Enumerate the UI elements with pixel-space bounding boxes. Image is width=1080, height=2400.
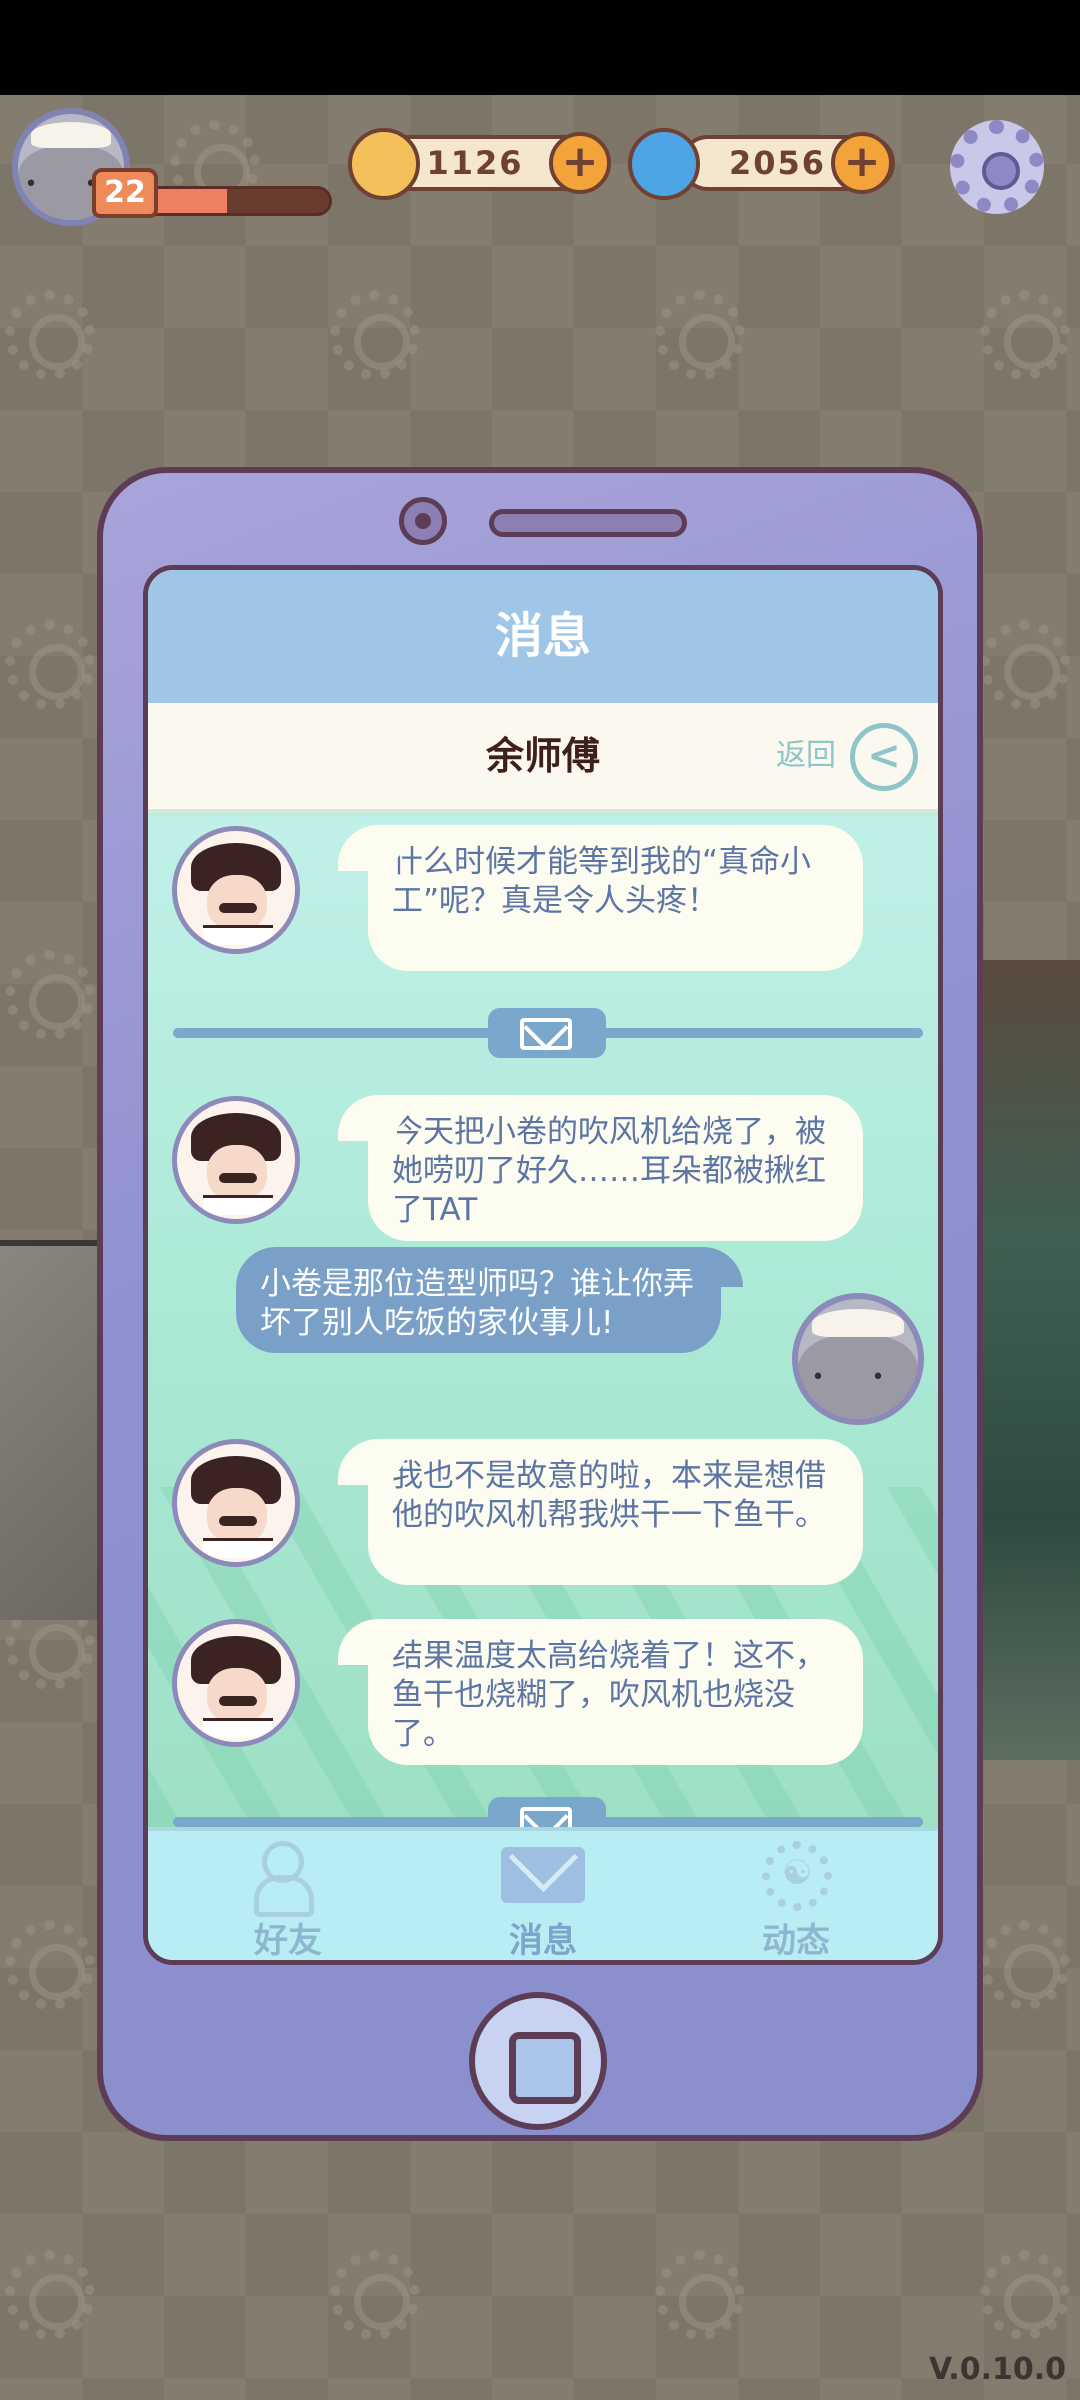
moments-icon: [762, 1841, 832, 1911]
chat-thread[interactable]: 什么时候才能等到我的“真命小工”呢？真是令人头疼！ 今天把小卷的吹风机给烧了，被…: [148, 817, 938, 1827]
my-avatar: • •: [792, 1293, 924, 1425]
conversation-header: 余师傅 返回 <: [148, 703, 938, 813]
phone-speaker: [489, 509, 687, 537]
add-coins-button[interactable]: +: [549, 132, 611, 194]
coin-amount: 1126: [426, 144, 524, 182]
npc-collar: [203, 1718, 273, 1738]
settings-gear-icon[interactable]: [950, 120, 1044, 214]
sun-pattern-icon: [5, 950, 95, 1040]
npc-collar: [203, 1195, 273, 1215]
message-bubble: 我也不是故意的啦，本来是想借他的吹风机帮我烘干一下鱼干。: [338, 1439, 863, 1585]
envelope-icon: [520, 1807, 572, 1827]
phone-screen: 消息 余师傅 返回 < 什么时候才能等到我的“真命小工”呢？真是令人头疼！ 今天…: [143, 565, 943, 1965]
back-chevron-icon[interactable]: <: [850, 723, 918, 791]
npc-collar: [203, 1538, 273, 1558]
my-message-bubble: 小卷是那位造型师吗？谁让你弄坏了别人吃饭的家伙事儿!: [236, 1247, 743, 1353]
npc-mustache: [219, 1696, 257, 1706]
npc-mustache: [219, 903, 257, 913]
npc-collar: [203, 925, 273, 945]
version-label: V.0.10.0: [928, 2352, 1066, 2387]
npc-avatar: [172, 1439, 300, 1567]
chef-hat: [30, 122, 112, 148]
sun-pattern-icon: [655, 290, 745, 380]
phone-camera: [399, 497, 447, 545]
npc-avatar: [172, 1096, 300, 1224]
back-label[interactable]: 返回: [776, 703, 836, 809]
screen-title: 消息: [494, 608, 591, 664]
balcony-railing-scenery: [0, 1240, 100, 1620]
sun-pattern-icon: [5, 1920, 95, 2010]
message-bubble: 什么时候才能等到我的“真命小工”呢？真是令人头疼！: [338, 825, 863, 971]
friends-icon: [254, 1841, 324, 1917]
tab-label: 好友: [254, 1921, 322, 1961]
cafe-room-scenery: [970, 960, 1080, 1760]
cat-eyes: • •: [811, 1365, 905, 1390]
message-bubble: 今天把小卷的吹风机给烧了，被她唠叨了好久……耳朵都被揪红了TAT: [338, 1095, 863, 1241]
tab-messages[interactable]: 消息: [443, 1831, 643, 1961]
sun-pattern-icon: [5, 620, 95, 710]
experience-bar: [140, 186, 332, 216]
npc-mustache: [219, 1516, 257, 1526]
sun-pattern-icon: [655, 2250, 745, 2340]
sun-pattern-icon: [5, 290, 95, 380]
swirl-gem-icon: [628, 128, 700, 200]
sun-pattern-icon: [980, 1920, 1070, 2010]
tab-moments[interactable]: 动态: [696, 1831, 896, 1961]
home-button[interactable]: [469, 1992, 607, 2130]
sun-pattern-icon: [330, 2250, 420, 2340]
divider-envelope: [488, 1797, 606, 1827]
envelope-icon: [520, 1018, 572, 1050]
tab-label: 消息: [509, 1921, 577, 1961]
level-badge: 22: [92, 168, 158, 218]
phone-device: 消息 余师傅 返回 < 什么时候才能等到我的“真命小工”呢？真是令人头疼！ 今天…: [97, 467, 983, 2141]
chef-hat: [812, 1308, 904, 1338]
mail-icon: [501, 1847, 585, 1903]
screen-header: 消息: [148, 570, 938, 703]
sun-pattern-icon: [330, 290, 420, 380]
message-bubble: 结果温度太高给烧着了！这不，鱼干也烧糊了，吹风机也烧没了。: [338, 1619, 863, 1765]
sun-pattern-icon: [980, 620, 1070, 710]
divider-envelope: [488, 1008, 606, 1058]
tab-friends[interactable]: 好友: [188, 1831, 388, 1961]
gem-amount: 2056: [728, 144, 827, 182]
npc-avatar: [172, 826, 300, 954]
npc-mustache: [219, 1173, 257, 1183]
coin-icon: [348, 128, 420, 200]
status-bar: [0, 0, 1080, 95]
sun-pattern-icon: [980, 290, 1070, 380]
add-gems-button[interactable]: +: [831, 132, 893, 194]
sun-pattern-icon: [5, 2250, 95, 2340]
sun-pattern-icon: [980, 2250, 1070, 2340]
tab-bar: 好友 消息 动态: [148, 1827, 938, 1961]
tab-label: 动态: [762, 1921, 830, 1961]
npc-avatar: [172, 1619, 300, 1747]
